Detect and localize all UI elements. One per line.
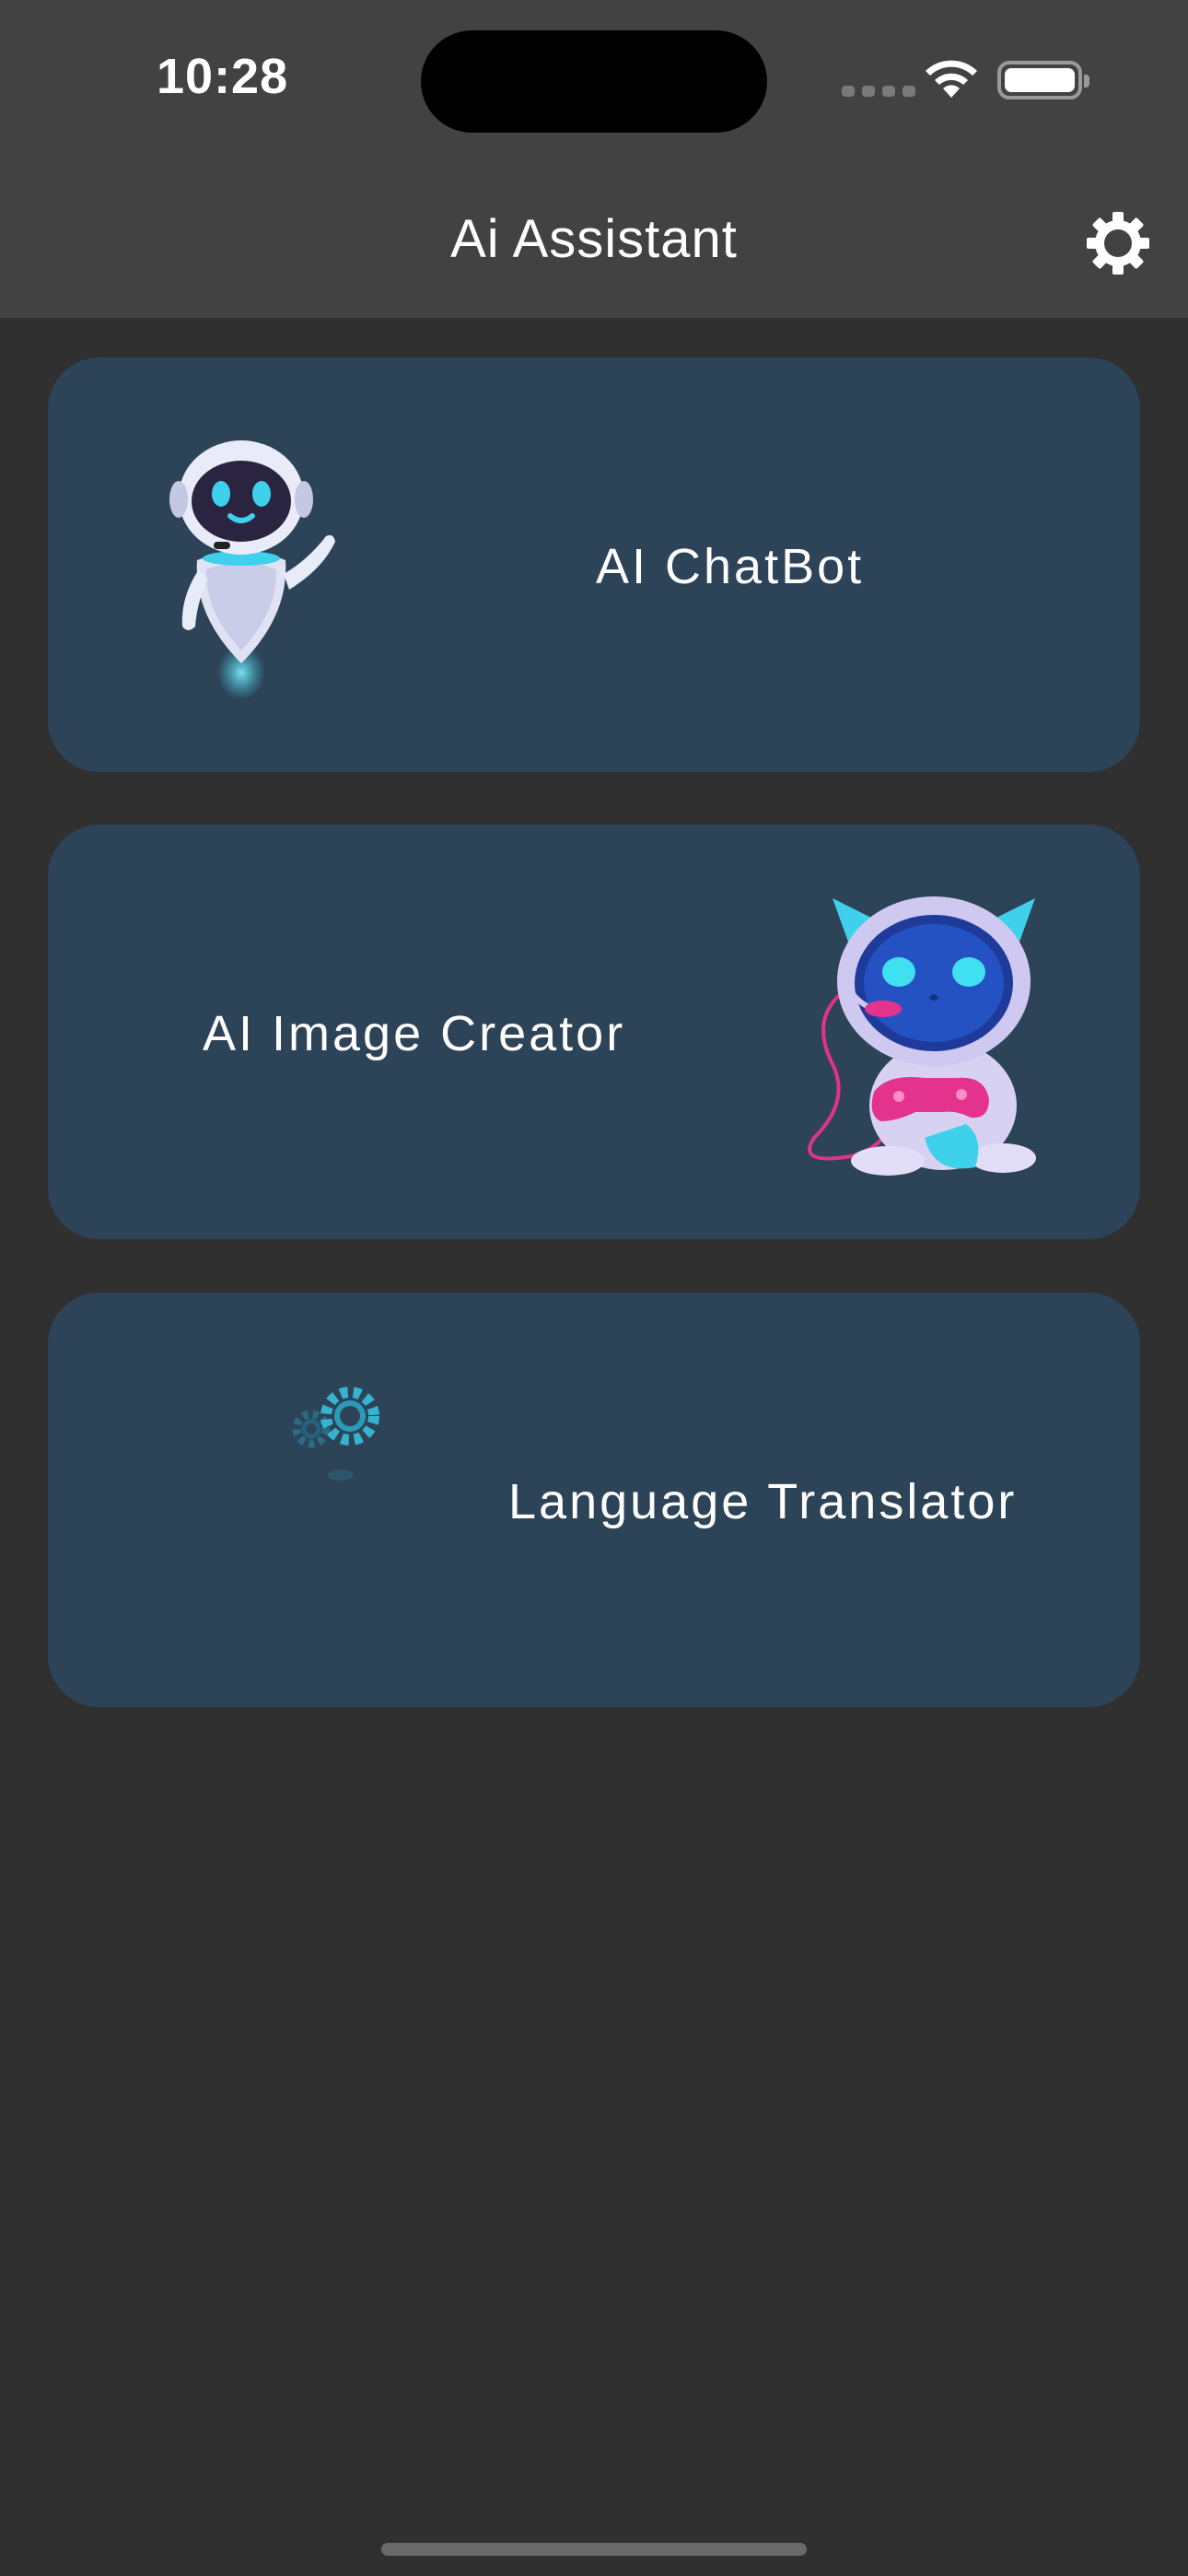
translator-card[interactable]: Language Translator (48, 1293, 1140, 1707)
gears-loading-illustration (292, 1387, 379, 1481)
cellular-signal-icon (842, 86, 915, 97)
chatbot-card[interactable]: AI ChatBot (48, 357, 1140, 772)
chatbot-card-label: AI ChatBot (596, 539, 865, 594)
wifi-icon (926, 60, 977, 98)
robot-gamer-illustration (808, 896, 1036, 1176)
image-creator-card[interactable]: AI Image Creator (48, 825, 1140, 1239)
home-screen: 10:28 Ai Assistant AI ChatBot AI Image C… (0, 0, 1188, 2576)
settings-button[interactable] (1079, 205, 1157, 282)
dynamic-island (421, 30, 767, 133)
robot-waving-illustration (169, 440, 335, 700)
page-title: Ai Assistant (450, 209, 738, 269)
translator-card-label: Language Translator (508, 1474, 1018, 1529)
battery-icon (997, 61, 1089, 100)
status-time: 10:28 (157, 49, 289, 104)
image-creator-card-label: AI Image Creator (203, 1006, 626, 1061)
gear-icon (1087, 212, 1149, 275)
app-header: 10:28 Ai Assistant (0, 0, 1188, 318)
home-indicator[interactable] (381, 2543, 807, 2556)
